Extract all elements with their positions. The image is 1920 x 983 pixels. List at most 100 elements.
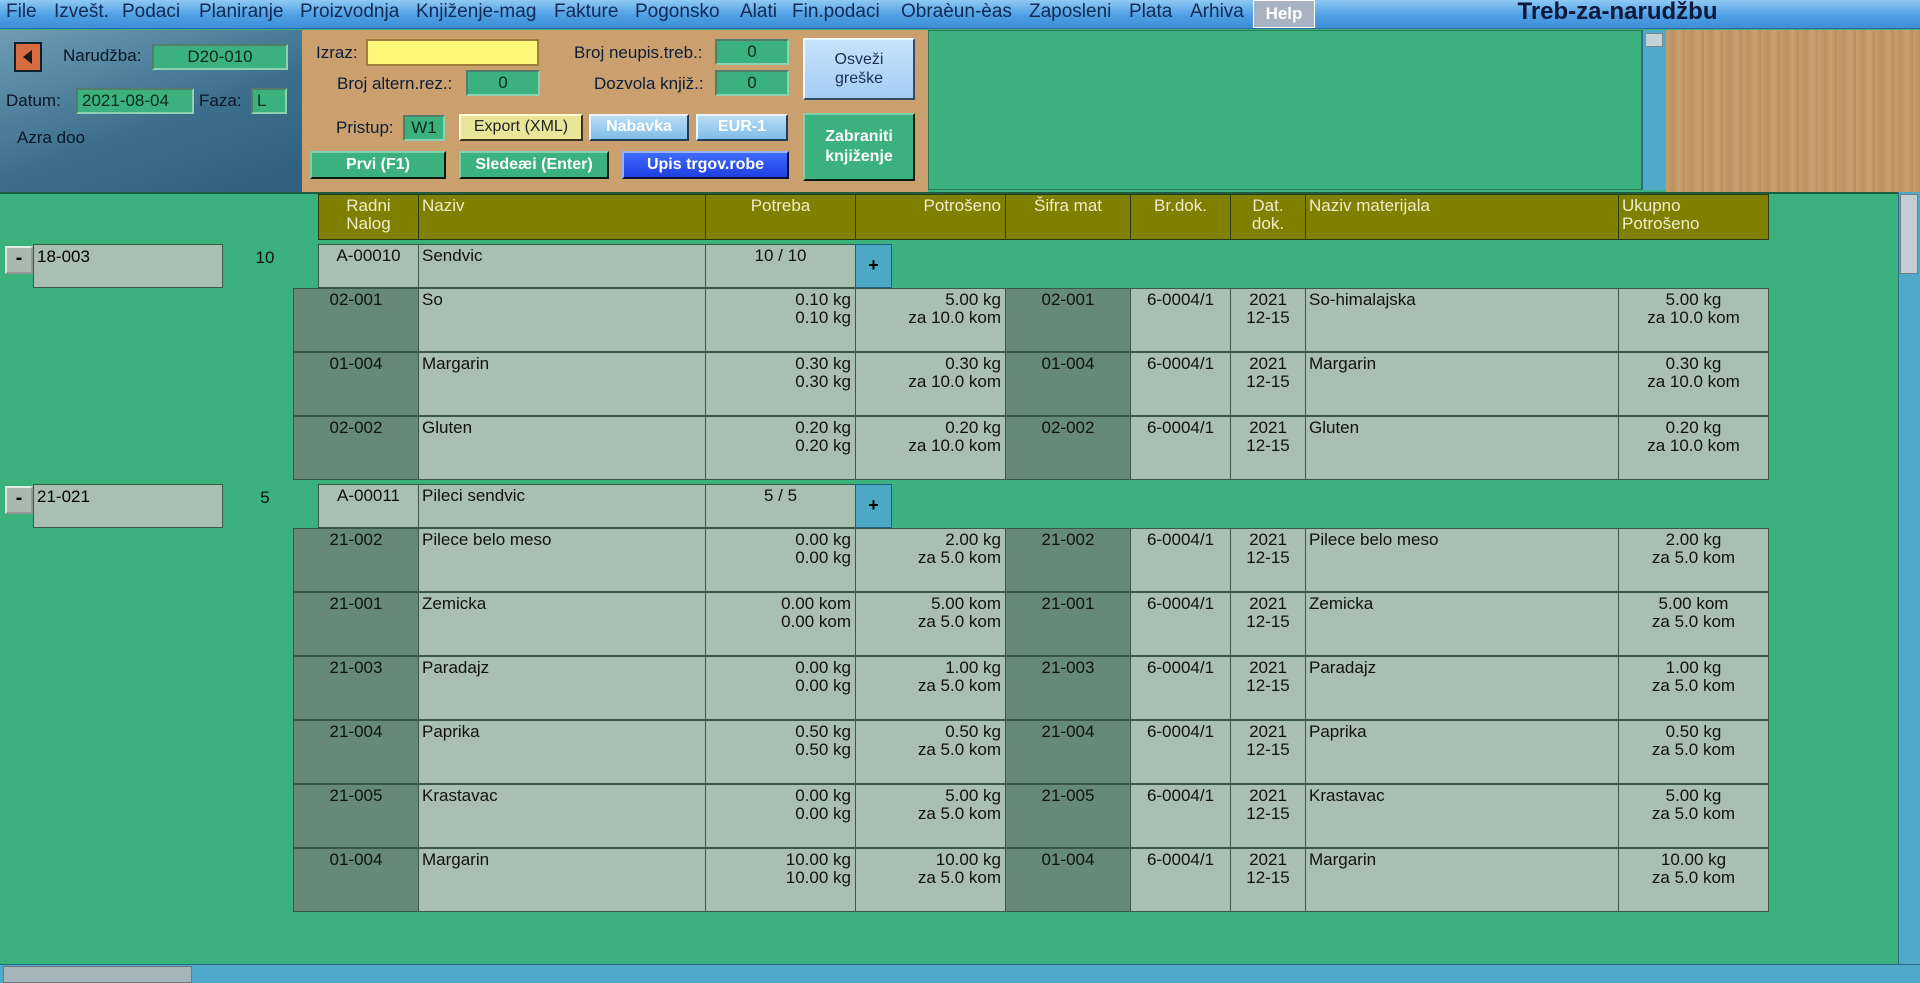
cell-dat-dok[interactable]: 2021 12-15	[1230, 528, 1306, 592]
expand-plus-icon[interactable]: +	[855, 484, 892, 528]
menu-zaposleni[interactable]: Zaposleni	[1029, 0, 1111, 26]
column-header-naziv[interactable]: Naziv	[418, 194, 706, 240]
cell-potreba[interactable]: 0.00 kg 0.00 kg	[705, 784, 856, 848]
cell-ukupno-potroseno[interactable]: 0.30 kg za 10.0 kom	[1618, 352, 1769, 416]
cell-potroseno[interactable]: 5.00 kg za 5.0 kom	[855, 784, 1006, 848]
collapse-group-button[interactable]: -	[5, 246, 33, 274]
cell-dat-dok[interactable]: 2021 12-15	[1230, 848, 1306, 912]
cell-naziv-materijala[interactable]: So-himalajska	[1305, 288, 1619, 352]
cell-ukupno-potroseno[interactable]: 10.00 kg za 5.0 kom	[1618, 848, 1769, 912]
cell-dat-dok[interactable]: 2021 12-15	[1230, 784, 1306, 848]
cell-potreba[interactable]: 10.00 kg 10.00 kg	[705, 848, 856, 912]
help-button[interactable]: Help	[1253, 0, 1315, 28]
expand-plus-icon[interactable]: +	[855, 244, 892, 288]
cell-dat-dok[interactable]: 2021 12-15	[1230, 592, 1306, 656]
cell-potroseno[interactable]: 1.00 kg za 5.0 kom	[855, 656, 1006, 720]
cell-sifra-mat[interactable]: 21-003	[1005, 656, 1131, 720]
column-header-potroseno[interactable]: Potrošeno	[855, 194, 1006, 240]
cell-naziv[interactable]: Paradajz	[418, 656, 706, 720]
cell-ukupno-potroseno[interactable]: 0.20 kg za 10.0 kom	[1618, 416, 1769, 480]
cell-br-dok[interactable]: 6-0004/1	[1130, 848, 1231, 912]
cell-ukupno-potroseno[interactable]: 5.00 kom za 5.0 kom	[1618, 592, 1769, 656]
cell-naziv-materijala[interactable]: Margarin	[1305, 848, 1619, 912]
cell-dat-dok[interactable]: 2021 12-15	[1230, 656, 1306, 720]
cell-potroseno[interactable]: 5.00 kg za 10.0 kom	[855, 288, 1006, 352]
cell-naziv-materijala[interactable]: Margarin	[1305, 352, 1619, 416]
izraz-input[interactable]	[366, 39, 539, 66]
export-xml-button[interactable]: Export (XML)	[459, 114, 583, 141]
cell-radni-nalog[interactable]: 02-002	[293, 416, 419, 480]
cell-potreba[interactable]: 0.20 kg 0.20 kg	[705, 416, 856, 480]
menu-obracun-cas[interactable]: Obraèun-èas	[901, 0, 1012, 26]
cell-sifra-mat[interactable]: 02-001	[1005, 288, 1131, 352]
cell-potroseno[interactable]: 5.00 kom za 5.0 kom	[855, 592, 1006, 656]
work-order-code[interactable]: 21-021	[33, 484, 223, 528]
cell-dat-dok[interactable]: 2021 12-15	[1230, 720, 1306, 784]
faza-field[interactable]: L	[251, 88, 287, 114]
cell-sifra-mat[interactable]: 01-004	[1005, 848, 1131, 912]
cell-ukupno-potroseno[interactable]: 0.50 kg za 5.0 kom	[1618, 720, 1769, 784]
cell-naziv[interactable]: Pilece belo meso	[418, 528, 706, 592]
upis-trgov-robe-button[interactable]: Upis trgov.robe	[622, 151, 789, 179]
cell-ukupno-potroseno[interactable]: 1.00 kg za 5.0 kom	[1618, 656, 1769, 720]
cell-potreba[interactable]: 0.00 kg 0.00 kg	[705, 656, 856, 720]
cell-naziv[interactable]: So	[418, 288, 706, 352]
cell-potreba[interactable]: 0.00 kom 0.00 kom	[705, 592, 856, 656]
cell-potroseno[interactable]: 2.00 kg za 5.0 kom	[855, 528, 1006, 592]
message-scrollbar[interactable]	[1642, 30, 1666, 190]
pristup-field[interactable]: W1	[403, 115, 445, 141]
menu-podaci[interactable]: Podaci	[122, 0, 180, 26]
collapse-group-button[interactable]: -	[5, 486, 33, 514]
column-header-naziv-materijala[interactable]: Naziv materijala	[1305, 194, 1619, 240]
cell-radni-nalog[interactable]: 21-003	[293, 656, 419, 720]
cell-br-dok[interactable]: 6-0004/1	[1130, 656, 1231, 720]
cell-potreba[interactable]: 0.00 kg 0.00 kg	[705, 528, 856, 592]
cell-naziv[interactable]: Paprika	[418, 720, 706, 784]
cell-potreba[interactable]: 0.30 kg 0.30 kg	[705, 352, 856, 416]
column-header-sifra-mat[interactable]: Šifra mat	[1005, 194, 1131, 240]
cell-naziv-materijala[interactable]: Krastavac	[1305, 784, 1619, 848]
cell-dat-dok[interactable]: 2021 12-15	[1230, 416, 1306, 480]
cell-sifra-mat[interactable]: 21-002	[1005, 528, 1131, 592]
menu-pogonsko[interactable]: Pogonsko	[635, 0, 720, 26]
zabraniti-knjizenje-button[interactable]: Zabraniti knjiženje	[803, 113, 915, 181]
cell-sifra-mat[interactable]: 21-004	[1005, 720, 1131, 784]
broj-neupis-field[interactable]: 0	[715, 39, 789, 65]
nabavka-button[interactable]: Nabavka	[589, 114, 689, 141]
cell-dat-dok[interactable]: 2021 12-15	[1230, 288, 1306, 352]
cell-potroseno[interactable]: 0.20 kg za 10.0 kom	[855, 416, 1006, 480]
grid-horizontal-scrollbar[interactable]	[0, 964, 1920, 983]
menu-planiranje[interactable]: Planiranje	[199, 0, 284, 26]
cell-ukupno-potroseno[interactable]: 2.00 kg za 5.0 kom	[1618, 528, 1769, 592]
cell-naziv[interactable]: Krastavac	[418, 784, 706, 848]
cell-br-dok[interactable]: 6-0004/1	[1130, 720, 1231, 784]
narudzba-field[interactable]: D20-010	[152, 44, 288, 70]
osvezi-greske-button[interactable]: Osveži greške	[803, 38, 915, 100]
cell-sifra-mat[interactable]: 21-001	[1005, 592, 1131, 656]
cell-potroseno[interactable]: 10.00 kg za 5.0 kom	[855, 848, 1006, 912]
cell-naziv[interactable]: Gluten	[418, 416, 706, 480]
column-header-ukupno-potroseno[interactable]: Ukupno Potrošeno	[1618, 194, 1769, 240]
datum-field[interactable]: 2021-08-04	[76, 88, 194, 114]
cell-potroseno[interactable]: 0.50 kg za 5.0 kom	[855, 720, 1006, 784]
grid-vertical-scrollbar[interactable]	[1898, 192, 1920, 964]
menu-fin-podaci[interactable]: Fin.podaci	[792, 0, 880, 26]
cell-naziv-materijala[interactable]: Gluten	[1305, 416, 1619, 480]
broj-altern-field[interactable]: 0	[466, 70, 540, 96]
cell-radni-nalog[interactable]: 02-001	[293, 288, 419, 352]
prvi-f1-button[interactable]: Prvi (F1)	[310, 151, 446, 179]
cell-br-dok[interactable]: 6-0004/1	[1130, 288, 1231, 352]
grid-horizontal-scrollbar-thumb[interactable]	[3, 966, 192, 983]
column-header-br-dok[interactable]: Br.dok.	[1130, 194, 1231, 240]
cell-sifra-mat[interactable]: 21-005	[1005, 784, 1131, 848]
menu-izvest[interactable]: Izvešt.	[54, 0, 109, 26]
cell-naziv-materijala[interactable]: Paradajz	[1305, 656, 1619, 720]
cell-sifra-mat[interactable]: 01-004	[1005, 352, 1131, 416]
column-header-dat-dok[interactable]: Dat. dok.	[1230, 194, 1306, 240]
cell-naziv-materijala[interactable]: Pilece belo meso	[1305, 528, 1619, 592]
cell-radni-nalog[interactable]: 21-001	[293, 592, 419, 656]
cell-br-dok[interactable]: 6-0004/1	[1130, 416, 1231, 480]
cell-br-dok[interactable]: 6-0004/1	[1130, 528, 1231, 592]
cell-ukupno-potroseno[interactable]: 5.00 kg za 10.0 kom	[1618, 288, 1769, 352]
cell-naziv[interactable]: Margarin	[418, 352, 706, 416]
